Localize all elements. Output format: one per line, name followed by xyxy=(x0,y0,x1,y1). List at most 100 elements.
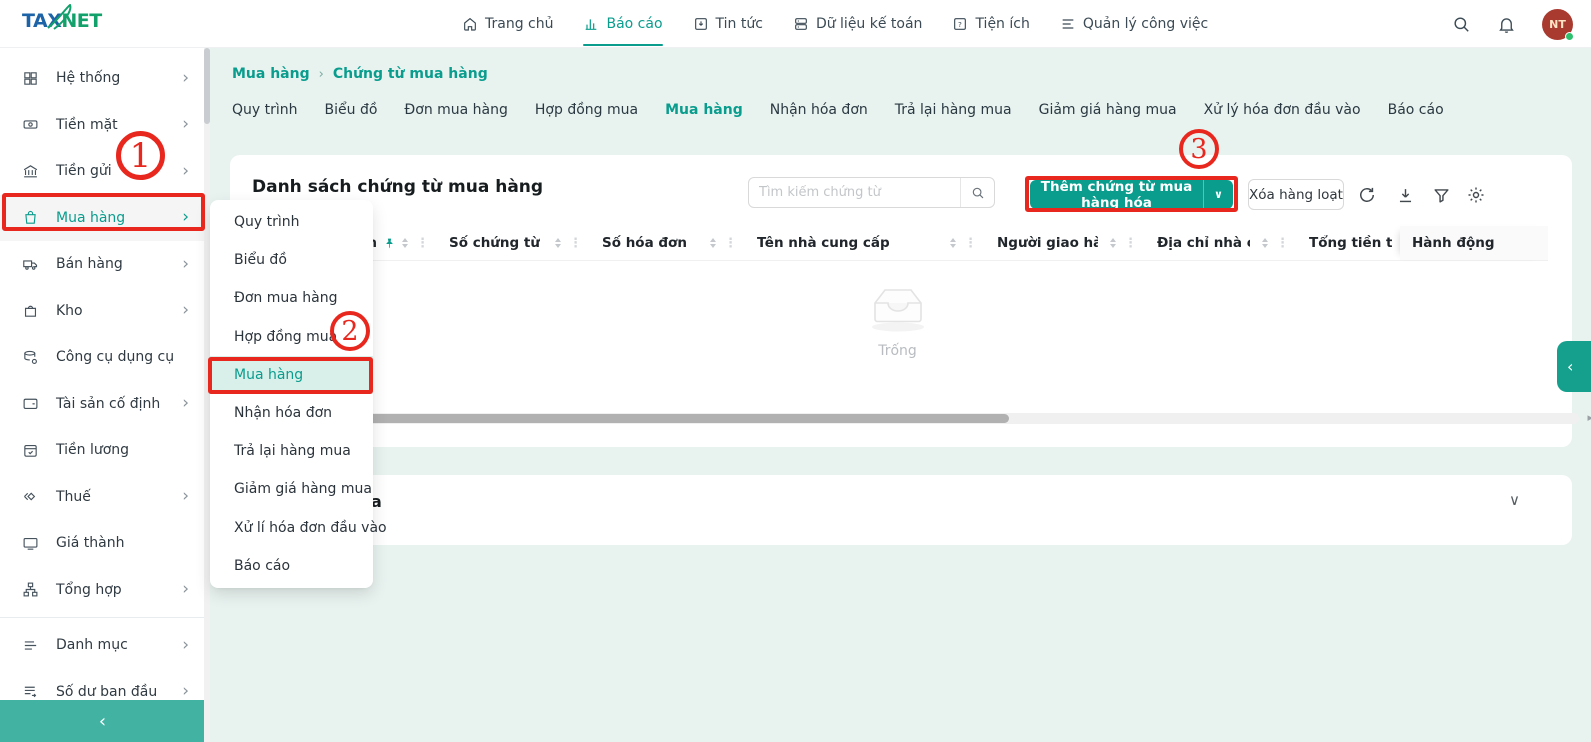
pin-icon[interactable] xyxy=(383,237,396,250)
menu-item-tra-lai-hang-mua[interactable]: Trả lại hàng mua xyxy=(210,432,373,470)
sidebar-item-tai-san-co-dinh[interactable]: Tài sản cố định › xyxy=(0,381,205,428)
sidebar-item-label: Danh mục xyxy=(56,637,182,653)
settings-gear-icon[interactable] xyxy=(1465,184,1487,206)
column-resize-handle-icon[interactable]: ⋮ xyxy=(724,236,737,251)
bulk-delete-button-label: Xóa hàng loạt xyxy=(1249,187,1343,203)
grid-icon xyxy=(22,70,42,87)
tab-tra-lai-hang-mua[interactable]: Trả lại hàng mua xyxy=(895,102,1012,122)
sort-icon[interactable] xyxy=(710,238,716,248)
sort-icon[interactable] xyxy=(1262,238,1268,248)
list-icon xyxy=(22,637,42,654)
chevron-down-icon[interactable]: ∨ xyxy=(1509,491,1520,509)
sidebar-item-ban-hang[interactable]: Bán hàng › xyxy=(0,241,205,288)
sidebar-collapse-button[interactable]: ‹ xyxy=(0,700,205,742)
sidebar-item-gia-thanh[interactable]: Giá thành xyxy=(0,520,205,567)
search-icon[interactable] xyxy=(1452,15,1471,34)
column-resize-handle-icon[interactable]: ⋮ xyxy=(569,236,582,251)
sidebar-item-cong-cu-dung-cu[interactable]: Công cụ dụng cụ xyxy=(0,334,205,381)
sidebar-item-kho[interactable]: Kho › xyxy=(0,288,205,335)
topnav-menu: Trang chủ Báo cáo Tin tức Dữ liệu kế toá… xyxy=(462,0,1208,48)
sidebar-item-he-thong[interactable]: Hệ thống › xyxy=(0,55,205,102)
column-header-ten-nha-cung-cap[interactable]: Tên nhà cung cấp ⋮ xyxy=(745,226,985,260)
menu-item-nhan-hoa-don[interactable]: Nhận hóa đơn xyxy=(210,394,373,432)
download-icon[interactable] xyxy=(1394,184,1416,206)
sidebar-item-thue[interactable]: Thuế › xyxy=(0,474,205,521)
column-label: Người giao hàng xyxy=(997,235,1098,251)
column-resize-handle-icon[interactable]: ⋮ xyxy=(964,236,977,251)
sort-icon[interactable] xyxy=(402,238,408,248)
nav-item-tien-ich[interactable]: ? Tiện ích xyxy=(952,0,1029,48)
nav-item-du-lieu-ke-toan[interactable]: Dữ liệu kế toán xyxy=(793,0,923,48)
sidebar-item-danh-muc[interactable]: Danh mục › xyxy=(0,622,205,669)
column-header-hanh-dong[interactable]: Hành động xyxy=(1400,226,1548,260)
menu-item-hop-dong-mua[interactable]: Hợp đồng mua xyxy=(210,318,373,356)
sidebar-item-mua-hang[interactable]: Mua hàng › xyxy=(0,195,205,242)
menu-item-giam-gia-hang-mua[interactable]: Giảm giá hàng mua xyxy=(210,470,373,508)
sidebar-scrollbar-thumb[interactable] xyxy=(204,48,210,124)
search-submit-icon[interactable] xyxy=(960,178,994,207)
online-status-dot xyxy=(1565,32,1574,41)
tab-bao-cao[interactable]: Báo cáo xyxy=(1388,102,1444,122)
tab-quy-trinh[interactable]: Quy trình xyxy=(232,102,298,122)
column-header-tong-tien-thanh-toan[interactable]: Tổng tiền thanh to xyxy=(1297,226,1400,260)
horizontal-scrollbar[interactable]: ▸ xyxy=(257,413,1579,424)
filter-icon[interactable] xyxy=(1430,184,1452,206)
avatar[interactable]: NT xyxy=(1542,9,1573,40)
breadcrumb-section[interactable]: Mua hàng xyxy=(232,66,310,82)
menu-item-bao-cao[interactable]: Báo cáo xyxy=(210,547,373,585)
menu-item-bieu-do[interactable]: Biểu đồ xyxy=(210,241,373,279)
refresh-icon[interactable] xyxy=(1356,184,1378,206)
wallet-icon xyxy=(22,395,42,412)
column-header-nguoi-giao-hang[interactable]: Người giao hàng ⋮ xyxy=(985,226,1145,260)
summary-panel[interactable]: a ∨ xyxy=(230,475,1572,545)
sidebar-item-tong-hop[interactable]: Tổng hợp › xyxy=(0,567,205,614)
menu-item-quy-trinh[interactable]: Quy trình xyxy=(210,203,373,241)
column-label: Địa chỉ nhà cung cấp xyxy=(1157,235,1250,251)
tab-xu-ly-hoa-don-dau-vao[interactable]: Xử lý hóa đơn đầu vào xyxy=(1204,102,1361,122)
column-resize-handle-icon[interactable]: ⋮ xyxy=(1276,236,1289,251)
sidebar-item-label: Hệ thống xyxy=(56,70,182,86)
nav-item-tin-tuc[interactable]: Tin tức xyxy=(693,0,763,48)
tab-don-mua-hang[interactable]: Đơn mua hàng xyxy=(404,102,508,122)
taxnet-logo[interactable]: TAXNET xyxy=(22,10,142,40)
bulk-delete-button[interactable]: Xóa hàng loạt xyxy=(1248,179,1344,210)
sidebar-item-tien-gui[interactable]: Tiền gửi › xyxy=(0,148,205,195)
column-header-dia-chi-nha-cung-cap[interactable]: Địa chỉ nhà cung cấp ⋮ xyxy=(1145,226,1297,260)
truck-icon xyxy=(22,256,42,273)
sort-icon[interactable] xyxy=(1110,238,1116,248)
hierarchy-icon xyxy=(22,581,42,598)
tab-bieu-do[interactable]: Biểu đồ xyxy=(325,102,378,122)
sort-icon[interactable] xyxy=(555,238,561,248)
column-header-so-hoa-don[interactable]: Số hóa đơn ⋮ xyxy=(590,226,745,260)
column-header-so-chung-tu[interactable]: Số chứng từ ⋮ xyxy=(437,226,590,260)
nav-item-quan-ly-cong-viec[interactable]: Quản lý công việc xyxy=(1060,0,1208,48)
scroll-right-arrow-icon[interactable]: ▸ xyxy=(1587,411,1591,424)
sidebar-item-label: Tiền mặt xyxy=(56,117,182,133)
add-document-button[interactable]: Thêm chứng từ mua hàng hóa ∨ xyxy=(1030,180,1233,209)
search-input[interactable] xyxy=(749,178,960,207)
nav-item-trang-chu[interactable]: Trang chủ xyxy=(462,0,553,48)
database-icon xyxy=(793,16,809,32)
menu-item-xu-li-hoa-don-dau-vao[interactable]: Xử lí hóa đơn đầu vào xyxy=(210,509,373,547)
table-header-row: toán ⋮ Số chứng từ ⋮ Số hóa đơn ⋮ Tên nh… xyxy=(247,226,1548,261)
column-resize-handle-icon[interactable]: ⋮ xyxy=(416,236,429,251)
sidebar-item-tien-luong[interactable]: Tiền lương xyxy=(0,427,205,474)
sidebar-item-label: Bán hàng xyxy=(56,256,182,272)
tab-giam-gia-hang-mua[interactable]: Giảm giá hàng mua xyxy=(1039,102,1177,122)
tab-mua-hang[interactable]: Mua hàng xyxy=(665,102,743,122)
sidebar-item-tien-mat[interactable]: Tiền mặt › xyxy=(0,102,205,149)
nav-item-bao-cao[interactable]: Báo cáo xyxy=(583,0,662,48)
tab-nhan-hoa-don[interactable]: Nhận hóa đơn xyxy=(770,102,868,122)
column-resize-handle-icon[interactable]: ⋮ xyxy=(1124,236,1137,251)
sort-icon[interactable] xyxy=(950,238,956,248)
column-label: Tổng tiền thanh to xyxy=(1309,235,1392,251)
right-panel-toggle[interactable]: ‹ xyxy=(1557,341,1591,392)
menu-item-don-mua-hang[interactable]: Đơn mua hàng xyxy=(210,279,373,317)
empty-tray-icon xyxy=(865,283,931,333)
bell-icon[interactable] xyxy=(1497,15,1516,34)
menu-item-mua-hang[interactable]: Mua hàng xyxy=(210,356,373,394)
tab-hop-dong-mua[interactable]: Hợp đồng mua xyxy=(535,102,638,122)
chevron-down-icon[interactable]: ∨ xyxy=(1203,180,1233,209)
page-title: Danh sách chứng từ mua hàng xyxy=(252,177,543,197)
nav-item-label: Dữ liệu kế toán xyxy=(816,16,923,32)
